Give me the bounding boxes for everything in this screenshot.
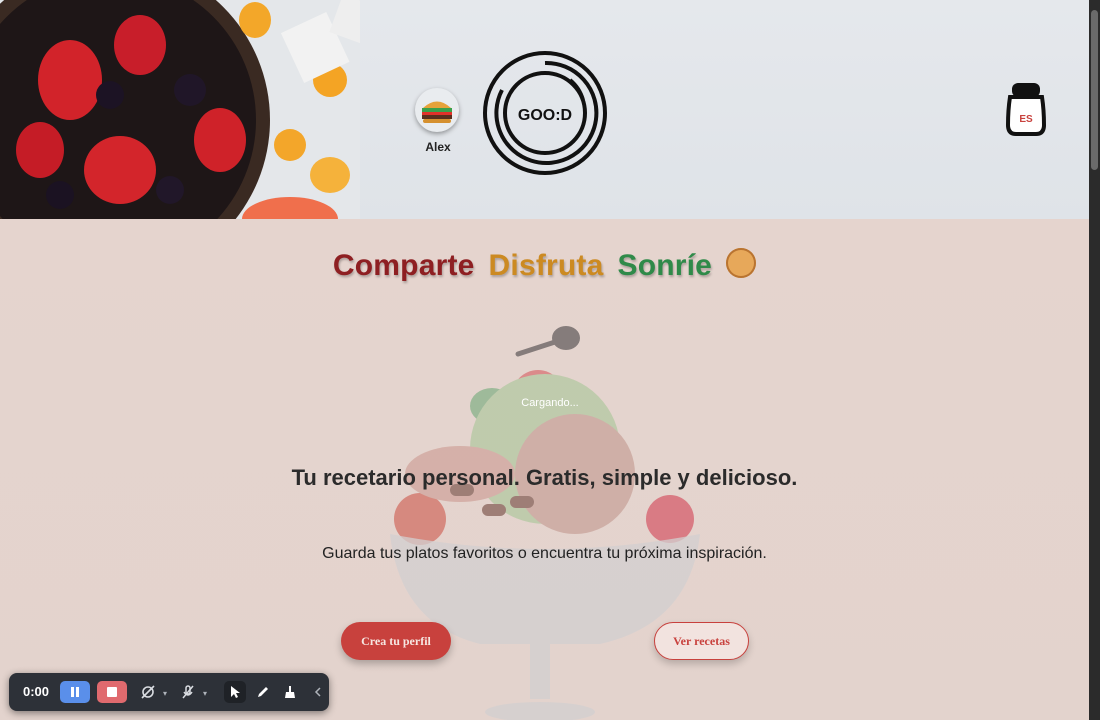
salt-shaker-language-icon[interactable]: ES: [1004, 80, 1048, 138]
collapse-toolbar-button[interactable]: [307, 681, 329, 703]
vertical-scrollbar[interactable]: [1089, 0, 1100, 720]
good-logo-icon[interactable]: GOO:D: [480, 50, 610, 176]
pointer-icon: [231, 686, 240, 698]
clear-tool-button[interactable]: [279, 681, 301, 703]
pointer-tool-button[interactable]: [224, 681, 246, 703]
stop-icon: [107, 687, 117, 697]
camera-off-icon: [141, 685, 155, 699]
tagline-smile: Sonríe: [617, 249, 713, 282]
pause-icon: [71, 687, 79, 697]
stop-button[interactable]: [97, 681, 127, 703]
broom-icon: [285, 686, 295, 698]
pause-button[interactable]: [60, 681, 90, 703]
language-code: ES: [1019, 114, 1033, 125]
camera-toggle-button[interactable]: [137, 681, 159, 703]
mic-toggle-button[interactable]: [177, 681, 199, 703]
burger-avatar-icon: [422, 101, 452, 123]
header: Alex GOO:D ES: [0, 0, 1089, 219]
tagline: Comparte Disfruta Sonríe: [0, 248, 1089, 283]
logo-text: GOO:D: [518, 107, 572, 124]
tagline-enjoy: Disfruta: [488, 249, 604, 282]
ice-cream-bowl-illustration: [390, 326, 700, 720]
user-name: Alex: [425, 140, 451, 154]
mic-menu-caret[interactable]: ▾: [203, 689, 207, 698]
fruit-bowl-image: [0, 0, 360, 219]
hero-headline: Tu recetario personal. Gratis, simple y …: [291, 465, 798, 490]
hero-subline: Guarda tus platos favoritos o encuentra …: [322, 545, 767, 562]
collapse-icon: [314, 687, 321, 697]
user-avatar[interactable]: [415, 88, 459, 132]
camera-menu-caret[interactable]: ▾: [163, 689, 167, 698]
recording-time: 0:00: [23, 684, 50, 699]
pen-icon: [258, 687, 268, 697]
loading-text: Cargando...: [521, 397, 579, 409]
smile-icon: [726, 248, 757, 279]
create-profile-button[interactable]: Crea tu perfil: [341, 622, 451, 660]
recording-toolbar: 0:00 ▾ ▾: [9, 673, 329, 711]
pen-tool-button[interactable]: [252, 681, 274, 703]
view-recipes-button[interactable]: Ver recetas: [654, 622, 749, 660]
scrollbar-thumb[interactable]: [1091, 10, 1098, 170]
tagline-share: Comparte: [332, 249, 475, 282]
mic-off-icon: [182, 685, 194, 699]
main-content: Comparte Disfruta Sonríe Cargando... Tu re…: [0, 219, 1089, 720]
